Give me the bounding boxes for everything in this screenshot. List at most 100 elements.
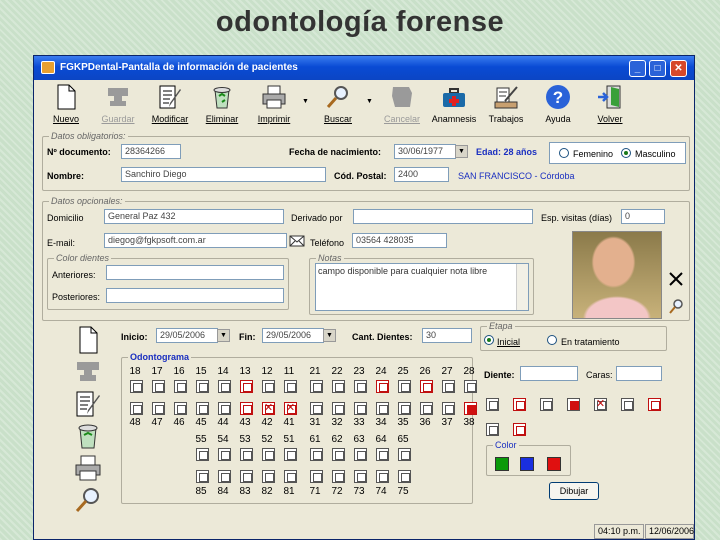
tooth-14[interactable] — [218, 380, 231, 393]
tooth-64[interactable] — [376, 448, 389, 461]
anteriores-field[interactable] — [106, 265, 284, 280]
odonto-delete-icon[interactable] — [74, 422, 102, 450]
notas-textarea[interactable]: campo disponible para cualquier nota lib… — [315, 263, 529, 311]
tooth-83[interactable] — [240, 470, 253, 483]
buscar-dropdown-icon[interactable]: ▼ — [366, 98, 373, 105]
tooth-17[interactable] — [152, 380, 165, 393]
cancelar-button[interactable]: Cancelar — [376, 84, 428, 124]
buscar-button[interactable]: Buscar — [312, 84, 364, 124]
masculino-radio[interactable] — [621, 148, 631, 158]
tooth-71[interactable] — [310, 470, 323, 483]
tooth-51[interactable] — [284, 448, 297, 461]
odonto-search-icon[interactable] — [74, 486, 102, 514]
tool-tooth-red[interactable] — [648, 398, 661, 411]
ayuda-button[interactable]: ? Ayuda — [532, 84, 584, 124]
tooth-31[interactable] — [310, 402, 323, 415]
etapa-inicial-radio[interactable] — [484, 335, 494, 345]
tooth-82[interactable] — [262, 470, 275, 483]
derivado-field[interactable] — [353, 209, 533, 224]
tooth-73[interactable] — [354, 470, 367, 483]
maximize-button[interactable]: □ — [649, 60, 666, 77]
tool-tooth-crown[interactable] — [621, 398, 634, 411]
tool-tooth-filled[interactable] — [567, 398, 580, 411]
nuevo-button[interactable]: Nuevo — [40, 84, 92, 124]
tooth-28[interactable] — [464, 380, 477, 393]
tooth-33[interactable] — [354, 402, 367, 415]
color-blue-swatch[interactable] — [520, 457, 534, 471]
tooth-42[interactable] — [262, 401, 275, 415]
tooth-48[interactable] — [130, 402, 143, 415]
tool-tooth-bridge[interactable] — [486, 423, 499, 436]
tooth-81[interactable] — [284, 470, 297, 483]
tooth-55[interactable] — [196, 448, 209, 461]
odonto-edit-icon[interactable] — [74, 390, 102, 418]
tooth-54[interactable] — [218, 448, 231, 461]
tooth-21[interactable] — [310, 380, 323, 393]
delete-photo-icon[interactable] — [668, 271, 684, 287]
esp-visitas-field[interactable]: 0 — [621, 209, 665, 224]
tooth-26[interactable] — [420, 380, 433, 393]
tooth-62[interactable] — [332, 448, 345, 461]
tooth-15[interactable] — [196, 380, 209, 393]
nro-documento-field[interactable]: 28364266 — [121, 144, 181, 159]
fecha-nacimiento-field[interactable]: 30/06/1977 — [394, 144, 456, 159]
nombre-field[interactable]: Sanchiro Diego — [121, 167, 326, 182]
tooth-41[interactable] — [284, 401, 297, 415]
tooth-44[interactable] — [218, 402, 231, 415]
etapa-tratamiento-radio[interactable] — [547, 335, 557, 345]
odonto-print-icon[interactable] — [74, 454, 102, 482]
minimize-button[interactable]: _ — [629, 60, 646, 77]
tooth-45[interactable] — [196, 402, 209, 415]
tooth-65[interactable] — [398, 448, 411, 461]
tooth-84[interactable] — [218, 470, 231, 483]
fin-dropdown-icon[interactable]: ▼ — [323, 329, 336, 342]
tooth-74[interactable] — [376, 470, 389, 483]
fin-field[interactable]: 29/05/2006 — [262, 328, 324, 343]
tooth-46[interactable] — [174, 402, 187, 415]
photo-search-icon[interactable] — [668, 298, 684, 314]
trabajos-button[interactable]: Trabajos — [480, 84, 532, 124]
tooth-43[interactable] — [240, 402, 253, 415]
guardar-button[interactable]: Guardar — [92, 84, 144, 124]
email-field[interactable]: diegog@fgkpsoft.com.ar — [104, 233, 287, 248]
tooth-75[interactable] — [398, 470, 411, 483]
anamnesis-button[interactable]: Anamnesis — [428, 84, 480, 124]
tooth-27[interactable] — [442, 380, 455, 393]
tool-tooth-face[interactable] — [540, 398, 553, 411]
tooth-22[interactable] — [332, 380, 345, 393]
imprimir-button[interactable]: Imprimir — [248, 84, 300, 124]
color-red-swatch[interactable] — [547, 457, 561, 471]
tooth-23[interactable] — [354, 380, 367, 393]
tooth-38[interactable] — [464, 402, 477, 415]
tooth-37[interactable] — [442, 402, 455, 415]
tooth-11[interactable] — [284, 380, 297, 393]
posteriores-field[interactable] — [106, 288, 284, 303]
tooth-53[interactable] — [240, 448, 253, 461]
tool-tooth-extraction[interactable] — [594, 397, 607, 411]
tooth-61[interactable] — [310, 448, 323, 461]
cp-field[interactable]: 2400 — [394, 167, 449, 182]
tooth-63[interactable] — [354, 448, 367, 461]
odonto-new-icon[interactable] — [74, 326, 102, 354]
tooth-35[interactable] — [398, 402, 411, 415]
tool-tooth-implant[interactable] — [513, 423, 526, 436]
color-green-swatch[interactable] — [495, 457, 509, 471]
domicilio-field[interactable]: General Paz 432 — [104, 209, 284, 224]
inicio-field[interactable]: 29/05/2006 — [156, 328, 218, 343]
modificar-button[interactable]: Modificar — [144, 84, 196, 124]
tooth-24[interactable] — [376, 380, 389, 393]
diente-field[interactable] — [520, 366, 578, 381]
tooth-85[interactable] — [196, 470, 209, 483]
tooth-36[interactable] — [420, 402, 433, 415]
tooth-34[interactable] — [376, 402, 389, 415]
tooth-25[interactable] — [398, 380, 411, 393]
tooth-47[interactable] — [152, 402, 165, 415]
femenino-radio[interactable] — [559, 148, 569, 158]
eliminar-button[interactable]: Eliminar — [196, 84, 248, 124]
dibujar-button[interactable]: Dibujar — [549, 482, 599, 500]
tooth-32[interactable] — [332, 402, 345, 415]
telefono-field[interactable]: 03564 428035 — [352, 233, 447, 248]
odonto-save-icon[interactable] — [74, 358, 102, 386]
tooth-16[interactable] — [174, 380, 187, 393]
tooth-12[interactable] — [262, 380, 275, 393]
